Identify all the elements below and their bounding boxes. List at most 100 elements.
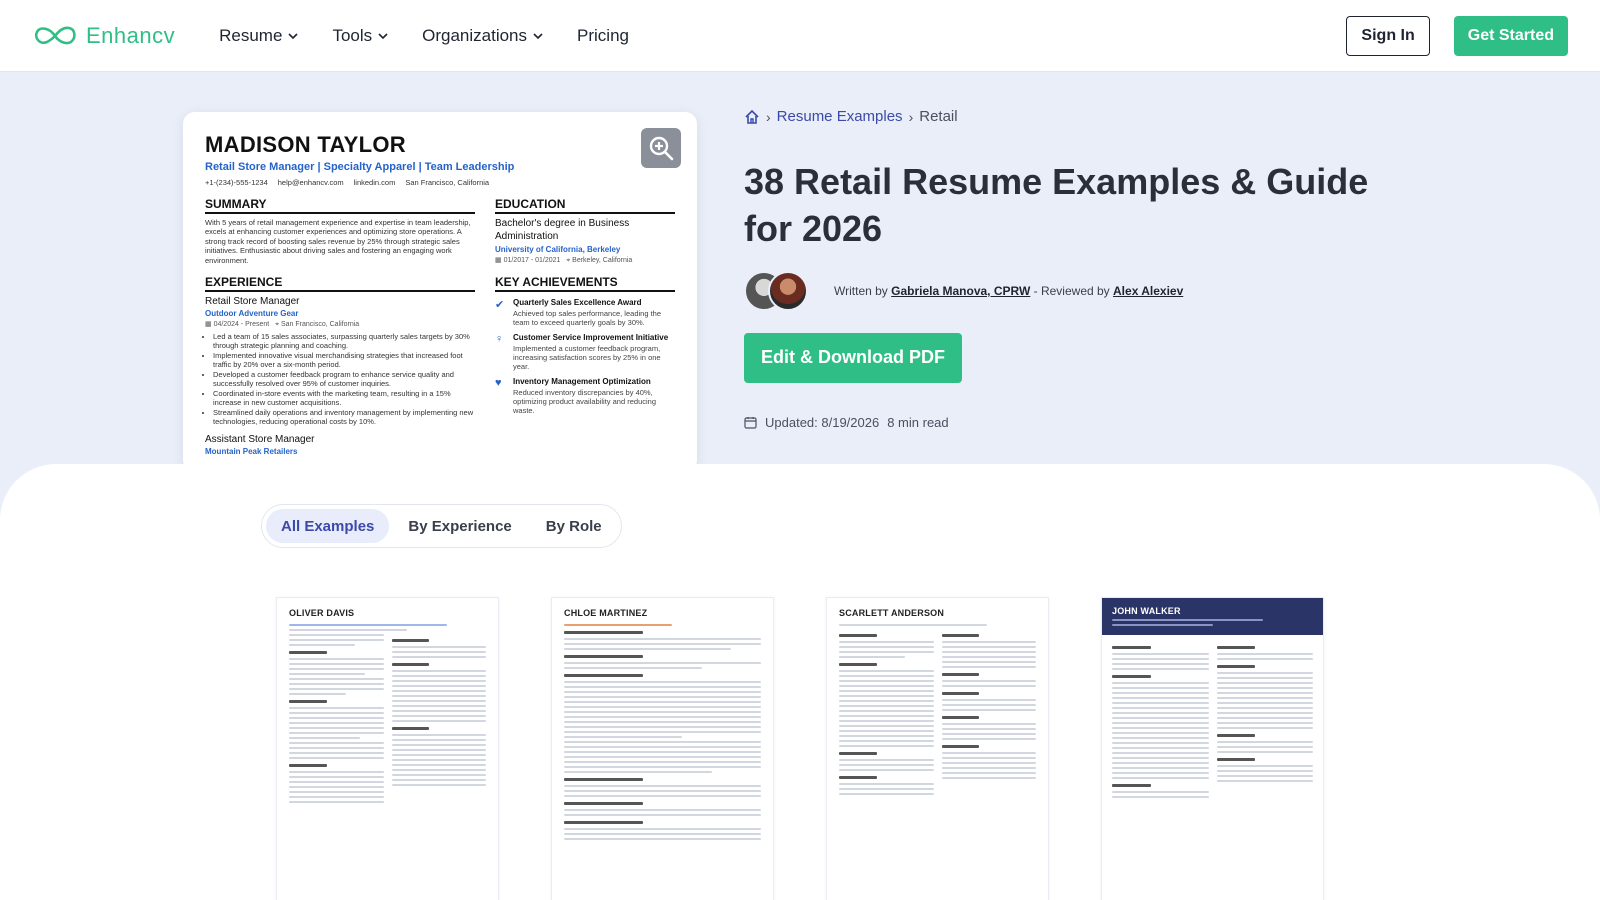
achievement-desc: Reduced inventory discrepancies by 40%, … xyxy=(513,388,656,415)
phone-text: +1-(234)-555-1234 xyxy=(205,178,268,187)
menu-item-label: Resume xyxy=(219,25,283,45)
menu-item-label: Pricing xyxy=(577,25,629,45)
experience-heading: EXPERIENCE xyxy=(205,275,475,292)
job-company: Mountain Peak Retailers xyxy=(205,446,298,456)
resume-name: MADISON TAYLOR xyxy=(205,132,406,157)
list-item: Developed a customer feedback program to… xyxy=(213,370,475,388)
job-bullets: Led a team of 15 sales associates, surpa… xyxy=(205,332,475,426)
heart-icon: ♥ xyxy=(495,377,502,389)
lightbulb-icon: ♀ xyxy=(495,333,504,345)
resume-right-column: EDUCATION Bachelor's degree in Business … xyxy=(495,197,675,456)
hero-content: › Resume Examples › Retail 38 Retail Res… xyxy=(744,108,1444,430)
tab-by-role[interactable]: By Role xyxy=(531,509,617,543)
job-meta: ▦ 04/2024 - Present ⌖ San Francisco, Cal… xyxy=(205,320,475,329)
thumbnail-name: CHLOE MARTINEZ xyxy=(564,608,648,618)
education-heading: EDUCATION xyxy=(495,197,675,214)
menu-item-resume[interactable]: Resume xyxy=(219,25,299,46)
thumbnail-body xyxy=(564,624,761,840)
byline: Written by Gabriela Manova, CPRW - Revie… xyxy=(834,284,1183,298)
zoom-in-icon xyxy=(649,136,674,161)
edu-meta: ▦ 01/2017 - 01/2021 ⌖ Berkeley, Californ… xyxy=(495,256,675,265)
read-time: 8 min read xyxy=(887,414,949,430)
reviewed-by-label: - Reviewed by xyxy=(1033,283,1110,298)
chevron-down-icon xyxy=(288,32,299,39)
linkedin-text: linkedin.com xyxy=(353,178,396,187)
tab-by-experience[interactable]: By Experience xyxy=(393,509,526,543)
pin-icon: ⌖ xyxy=(275,320,280,328)
achievement-item: ♥ Inventory Management Optimization Redu… xyxy=(495,377,675,415)
sign-in-button[interactable]: Sign In xyxy=(1346,15,1430,56)
achievement-item: ♀ Customer Service Improvement Initiativ… xyxy=(495,333,675,371)
job-company: Outdoor Adventure Gear xyxy=(205,308,299,318)
edu-location: Berkeley, California xyxy=(572,257,633,264)
achievement-item: ✔ Quarterly Sales Excellence Award Achie… xyxy=(495,298,675,327)
school-text: University of California, Berkeley xyxy=(495,245,621,254)
author-link[interactable]: Gabriela Manova, CPRW xyxy=(891,284,1030,298)
thumbnail-name: OLIVER DAVIS xyxy=(289,608,355,618)
zoom-button[interactable] xyxy=(641,128,681,168)
degree-text: Bachelor's degree in Business Administra… xyxy=(495,218,630,242)
achievement-title: Quarterly Sales Excellence Award xyxy=(513,298,642,307)
achievements-heading: KEY ACHIEVEMENTS xyxy=(495,275,675,292)
example-thumbnails: OLIVER DAVIS CHLOE MARTINEZ SCARLETT AND… xyxy=(276,597,1324,900)
examples-panel: All Examples By Experience By Role OLIVE… xyxy=(0,464,1600,900)
resume-role: Retail Store Manager | Specialty Apparel… xyxy=(205,161,515,173)
list-item: Implemented innovative visual merchandis… xyxy=(213,351,475,369)
calendar-icon: ▦ xyxy=(495,257,502,264)
written-by-label: Written by xyxy=(834,283,888,298)
resume-left-column: SUMMARY With 5 years of retail managemen… xyxy=(205,197,475,456)
get-started-button[interactable]: Get Started xyxy=(1453,15,1568,56)
tab-all-examples[interactable]: All Examples xyxy=(266,509,390,543)
achievement-title: Inventory Management Optimization xyxy=(513,377,651,386)
thumbnail-body xyxy=(289,624,486,806)
breadcrumb-link-resume-examples[interactable]: Resume Examples xyxy=(777,108,903,125)
edit-download-pdf-button[interactable]: Edit & Download PDF xyxy=(744,332,962,383)
main-menu: Resume Tools Organizations Pricing xyxy=(219,26,629,46)
resume-thumbnail[interactable]: CHLOE MARTINEZ xyxy=(551,597,774,900)
thumbnail-header: JOHN WALKER xyxy=(1102,598,1323,635)
summary-heading: SUMMARY xyxy=(205,197,475,214)
list-item: Led a team of 15 sales associates, surpa… xyxy=(213,332,475,350)
chevron-down-icon xyxy=(378,32,388,39)
achievement-desc: Implemented a customer feedback program,… xyxy=(513,344,661,371)
infinity-logo-icon xyxy=(34,26,76,44)
avatar xyxy=(768,270,808,311)
resume-thumbnail[interactable]: OLIVER DAVIS xyxy=(276,597,499,900)
resume-contact: +1-(234)-555-1234 help@enhancv.com linke… xyxy=(205,178,675,187)
resume-preview-card[interactable]: MADISON TAYLOR Retail Store Manager | Sp… xyxy=(183,112,697,472)
edu-dates: 01/2017 - 01/2021 xyxy=(503,257,561,264)
breadcrumb-current: Retail xyxy=(919,108,958,125)
top-nav: Enhancv Resume Tools Organizations Prici… xyxy=(0,0,1600,72)
list-item: Streamlined daily operations and invento… xyxy=(213,408,475,426)
menu-item-tools[interactable]: Tools xyxy=(332,26,388,46)
brand-logo[interactable]: Enhancv xyxy=(32,23,175,49)
page-title: 38 Retail Resume Examples & Guide for 20… xyxy=(744,161,1369,249)
achievement-desc: Achieved top sales performance, leading … xyxy=(513,309,662,327)
author-info: Written by Gabriela Manova, CPRW - Revie… xyxy=(744,270,1444,311)
calendar-icon: ▦ xyxy=(205,320,212,328)
chevron-down-icon xyxy=(533,32,543,39)
home-icon[interactable] xyxy=(744,109,760,125)
menu-item-label: Organizations xyxy=(422,25,528,45)
job-dates: 04/2024 - Present xyxy=(213,320,270,328)
resume-thumbnail[interactable]: JOHN WALKER xyxy=(1101,597,1324,900)
achievement-title: Customer Service Improvement Initiative xyxy=(513,333,669,342)
thumbnail-name: JOHN WALKER xyxy=(1112,606,1181,616)
resume-thumbnail[interactable]: SCARLETT ANDERSON xyxy=(826,597,1049,900)
updated-info: Updated: 8/19/2026 8 min read xyxy=(744,415,1444,430)
breadcrumb: › Resume Examples › Retail xyxy=(744,108,1444,125)
reviewer-link[interactable]: Alex Alexiev xyxy=(1113,284,1183,298)
menu-item-organizations[interactable]: Organizations xyxy=(422,26,543,46)
calendar-icon xyxy=(744,416,757,429)
thumbnail-name: SCARLETT ANDERSON xyxy=(839,608,945,618)
chevron-right-icon: › xyxy=(766,108,771,125)
nav-actions: Sign In Get Started xyxy=(1346,15,1568,56)
menu-item-label: Tools xyxy=(332,25,373,45)
pin-icon: ⌖ xyxy=(566,257,571,264)
job-title: Retail Store Manager xyxy=(205,295,300,307)
resume-columns: SUMMARY With 5 years of retail managemen… xyxy=(205,197,675,456)
email-text: help@enhancv.com xyxy=(277,178,344,187)
menu-item-pricing[interactable]: Pricing xyxy=(577,26,629,46)
brand-name: Enhancv xyxy=(86,22,176,48)
job-title: Assistant Store Manager xyxy=(205,433,315,445)
